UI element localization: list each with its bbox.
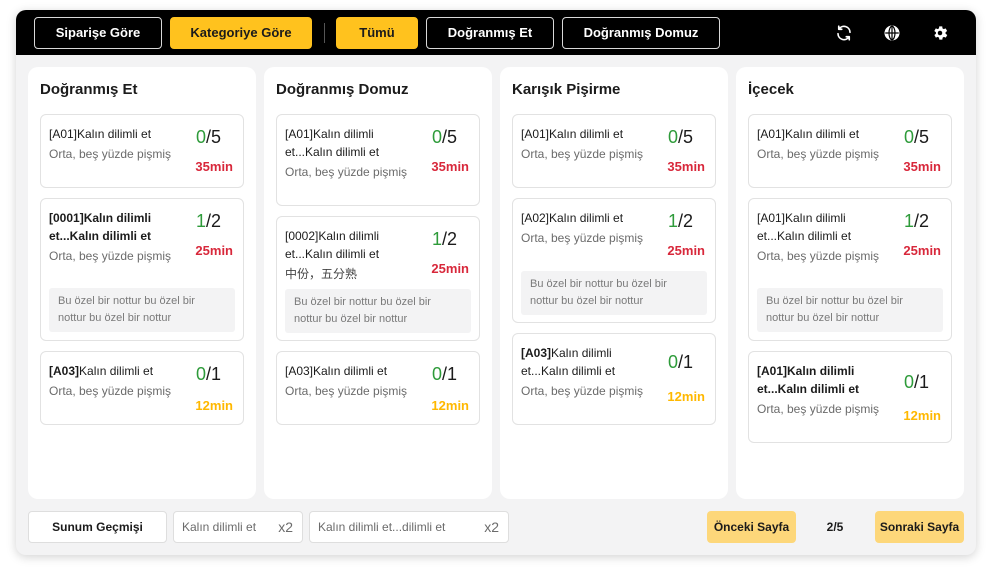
item-wait-time: 12min	[667, 389, 705, 404]
item-wait-time: 35min	[667, 159, 705, 174]
served-item-name: Kalın dilimli et	[182, 520, 257, 534]
column-title: Karışık Pişirme	[512, 81, 621, 98]
item-name: [0002]Kalın dilimli et...Kalın dilimli e…	[285, 229, 380, 261]
item-name: [A03]Kalın dilimli et	[49, 364, 154, 378]
item-name: [A01]Kalın dilimli et	[49, 127, 152, 141]
item-note: Bu özel bir nottur bu özel bir nottur bu…	[49, 288, 235, 332]
serve-history-button[interactable]: Sunum Geçmişi	[28, 511, 167, 543]
item-count: 0/5	[667, 127, 693, 147]
item-count: 0/1	[903, 372, 929, 392]
item-modifier: Orta, beş yüzde pişmiş	[757, 147, 880, 161]
order-item-card[interactable]: [A01]Kalın dilimli et Orta, beş yüzde pi…	[748, 114, 952, 188]
item-modifier: Orta, beş yüzde pişmiş	[757, 402, 880, 416]
category-column: Doğranmış Domuz [A01]Kalın dilimli et...…	[264, 67, 492, 499]
item-modifier: Orta, beş yüzde pişmiş	[521, 147, 644, 161]
category-column: Karışık Pişirme [A01]Kalın dilimli et Or…	[500, 67, 728, 499]
served-item-chip[interactable]: Kalın dilimli et...dilimli et x2	[309, 511, 509, 543]
item-count: 0/1	[431, 364, 457, 384]
item-wait-time: 12min	[903, 408, 941, 423]
item-name: [A01]Kalın dilimli et	[757, 127, 860, 141]
globe-icon[interactable]	[880, 21, 904, 45]
item-modifier: Orta, beş yüzde pişmiş	[49, 384, 172, 398]
item-name: [A01]Kalın dilimli et...Kalın dilimli et	[757, 364, 860, 396]
category-column: İçecek [A01]Kalın dilimli et Orta, beş y…	[736, 67, 964, 499]
item-wait-time: 35min	[903, 159, 941, 174]
item-note: Bu özel bir nottur bu özel bir nottur bu…	[521, 271, 707, 315]
item-name: [A03]Kalın dilimli et	[285, 364, 388, 378]
toolbar-divider	[324, 22, 325, 43]
item-modifier: Orta, beş yüzde pişmiş	[285, 165, 408, 179]
item-wait-time: 25min	[903, 243, 941, 258]
category-chopped-meat-tab[interactable]: Doğranmış Et	[426, 16, 554, 49]
order-item-card[interactable]: [A01]Kalın dilimli et...Kalın dilimli et…	[748, 351, 952, 443]
item-wait-time: 35min	[431, 159, 469, 174]
item-wait-time: 25min	[667, 243, 705, 258]
item-name: [A03]Kalın dilimli et...Kalın dilimli et	[521, 346, 616, 378]
item-count: 1/2	[431, 229, 457, 249]
item-name: [0001]Kalın dilimli et...Kalın dilimli e…	[49, 211, 152, 243]
item-wait-time: 25min	[195, 243, 233, 258]
item-modifier: Orta, beş yüzde pişmiş	[49, 249, 172, 263]
column-title: Doğranmış Domuz	[276, 81, 409, 98]
item-note: Bu özel bir nottur bu özel bir nottur bu…	[757, 288, 943, 332]
view-by-category-button[interactable]: Kategoriye Göre	[170, 16, 312, 49]
category-chopped-pork-tab[interactable]: Doğranmış Domuz	[562, 16, 720, 49]
item-count: 0/5	[195, 127, 221, 147]
item-count: 0/1	[195, 364, 221, 384]
kitchen-display-window: Siparişe Göre Kategoriye Göre Tümü Doğra…	[16, 10, 976, 555]
item-modifier: Orta, beş yüzde pişmiş	[757, 249, 880, 263]
view-by-order-button[interactable]: Siparişe Göre	[34, 16, 162, 49]
served-item-qty: x2	[278, 519, 293, 535]
item-modifier: Orta, beş yüzde pişmiş	[285, 384, 408, 398]
order-item-card[interactable]: [0001]Kalın dilimli et...Kalın dilimli e…	[40, 198, 244, 341]
item-count: 1/2	[903, 211, 929, 231]
category-column: Doğranmış Et [A01]Kalın dilimli et Orta,…	[28, 67, 256, 499]
served-item-qty: x2	[484, 519, 499, 535]
page-indicator: 2/5	[826, 520, 844, 534]
item-wait-time: 12min	[431, 398, 469, 413]
order-item-card[interactable]: [A03]Kalın dilimli et...Kalın dilimli et…	[512, 333, 716, 425]
column-title: İçecek	[748, 81, 794, 98]
order-item-card[interactable]: [A01]Kalın dilimli et...Kalın dilimli et…	[748, 198, 952, 341]
order-item-card[interactable]: [0002]Kalın dilimli et...Kalın dilimli e…	[276, 216, 480, 341]
item-modifier: 中份，五分熟	[285, 267, 358, 281]
order-item-card[interactable]: [A02]Kalın dilimli et Orta, beş yüzde pi…	[512, 198, 716, 323]
category-all-tab[interactable]: Tümü	[336, 16, 418, 49]
item-name: [A01]Kalın dilimli et	[521, 127, 624, 141]
order-item-card[interactable]: [A01]Kalın dilimli et Orta, beş yüzde pi…	[512, 114, 716, 188]
item-count: 1/2	[195, 211, 221, 231]
item-modifier: Orta, beş yüzde pişmiş	[521, 231, 644, 245]
column-title: Doğranmış Et	[40, 81, 138, 98]
next-page-button[interactable]: Sonraki Sayfa	[875, 511, 964, 543]
item-note: Bu özel bir nottur bu özel bir nottur bu…	[285, 289, 471, 333]
refresh-icon[interactable]	[832, 21, 856, 45]
item-wait-time: 25min	[431, 261, 469, 276]
item-count: 1/2	[667, 211, 693, 231]
item-count: 0/5	[431, 127, 457, 147]
previous-page-button[interactable]: Önceki Sayfa	[707, 511, 796, 543]
order-item-card[interactable]: [A03]Kalın dilimli et Orta, beş yüzde pi…	[276, 351, 480, 425]
item-count: 0/5	[903, 127, 929, 147]
served-item-chip[interactable]: Kalın dilimli et x2	[173, 511, 303, 543]
order-item-card[interactable]: [A01]Kalın dilimli et...Kalın dilimli et…	[276, 114, 480, 206]
item-name: [A02]Kalın dilimli et	[521, 211, 624, 225]
item-modifier: Orta, beş yüzde pişmiş	[49, 147, 172, 161]
item-name: [A01]Kalın dilimli et...Kalın dilimli et	[757, 211, 852, 243]
gear-icon[interactable]	[928, 21, 952, 45]
order-item-card[interactable]: [A03]Kalın dilimli et Orta, beş yüzde pi…	[40, 351, 244, 425]
served-item-name: Kalın dilimli et...dilimli et	[318, 520, 446, 534]
item-wait-time: 35min	[195, 159, 233, 174]
item-modifier: Orta, beş yüzde pişmiş	[521, 384, 644, 398]
top-bar: Siparişe Göre Kategoriye Göre Tümü Doğra…	[16, 10, 976, 55]
item-wait-time: 12min	[195, 398, 233, 413]
order-item-card[interactable]: [A01]Kalın dilimli et Orta, beş yüzde pi…	[40, 114, 244, 188]
item-name: [A01]Kalın dilimli et...Kalın dilimli et	[285, 127, 380, 159]
item-count: 0/1	[667, 352, 693, 372]
